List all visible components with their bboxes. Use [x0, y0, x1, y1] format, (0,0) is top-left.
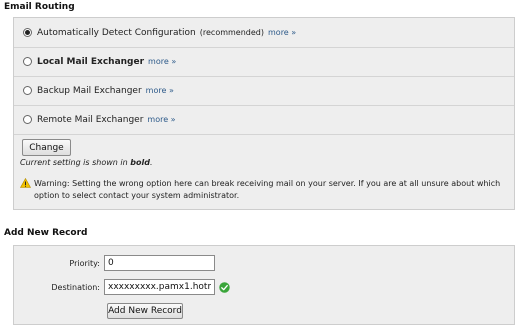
option-local-label: Local Mail Exchanger	[37, 56, 145, 67]
warning-triangle-icon	[20, 178, 31, 188]
option-automatic[interactable]: Automatically Detect Configuration (reco…	[14, 18, 514, 48]
priority-input[interactable]	[104, 255, 215, 271]
option-remote-label: Remote Mail Exchanger	[37, 114, 144, 125]
option-remote[interactable]: Remote Mail Exchanger more »	[14, 105, 514, 135]
more-link-backup[interactable]: more »	[146, 86, 174, 95]
email-routing-title: Email Routing	[4, 2, 75, 12]
option-backup[interactable]: Backup Mail Exchanger more »	[14, 76, 514, 106]
option-backup-label: Backup Mail Exchanger	[37, 85, 142, 96]
more-link-local[interactable]: more »	[148, 57, 176, 66]
current-setting-bold: bold	[130, 158, 150, 167]
destination-label: Destination:	[51, 283, 100, 292]
email-routing-panel: Automatically Detect Configuration (reco…	[13, 17, 515, 210]
radio-automatic[interactable]	[23, 28, 32, 37]
warning-message: Warning: Setting the wrong option here c…	[34, 179, 501, 200]
current-setting-note: Current setting is shown in bold.	[20, 158, 153, 167]
add-new-record-button[interactable]: Add New Record	[107, 303, 183, 319]
check-circle-icon	[219, 282, 230, 293]
radio-local[interactable]	[23, 57, 32, 66]
current-setting-prefix: Current setting is shown in	[20, 158, 131, 167]
add-record-panel: Priority: Destination: Add New Record	[13, 245, 515, 325]
add-new-record-title: Add New Record	[4, 228, 88, 238]
radio-backup[interactable]	[23, 86, 32, 95]
recommended-note: (recommended)	[199, 28, 264, 37]
current-setting-suffix: .	[149, 158, 153, 167]
priority-label: Priority:	[69, 259, 100, 268]
destination-input[interactable]	[104, 279, 215, 295]
more-link-automatic[interactable]: more »	[268, 28, 296, 37]
change-button[interactable]: Change	[22, 139, 71, 156]
more-link-remote[interactable]: more »	[147, 115, 175, 124]
radio-remote[interactable]	[23, 115, 32, 124]
option-automatic-label: Automatically Detect Configuration	[37, 27, 196, 38]
option-local[interactable]: Local Mail Exchanger more »	[14, 47, 514, 77]
